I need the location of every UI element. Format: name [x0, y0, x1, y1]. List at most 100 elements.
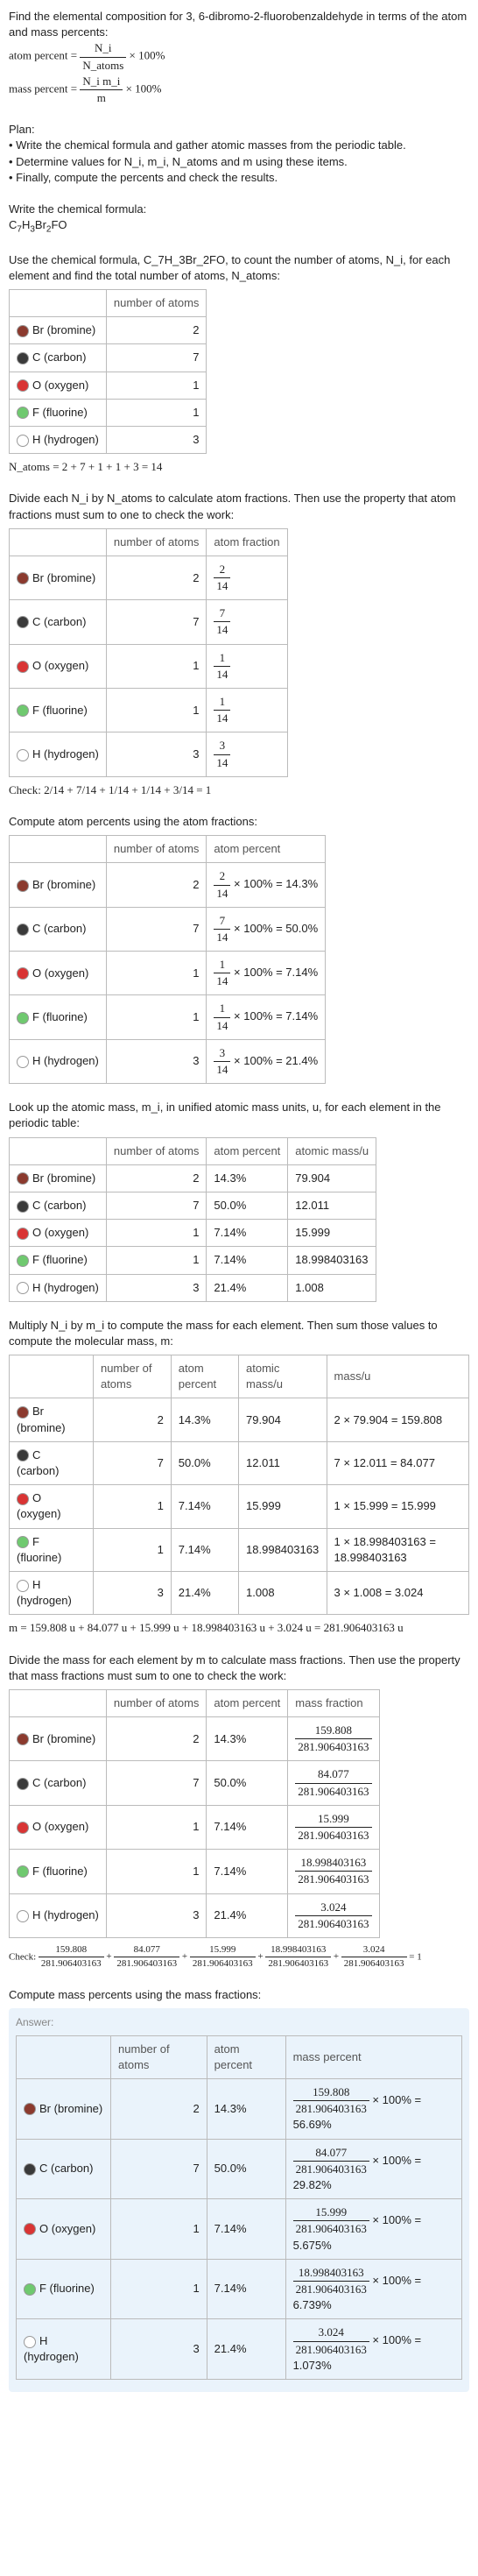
- table-row: F (fluorine)17.14%18.998403163281.906403…: [10, 1850, 380, 1893]
- table-row: O (oxygen)17.14%15.9991 × 15.999 = 15.99…: [10, 1485, 469, 1528]
- step-write-formula: Write the chemical formula: C7H3Br2FO: [9, 202, 469, 237]
- element-dot-icon: [17, 325, 29, 337]
- element-name: F (fluorine): [32, 1253, 88, 1266]
- step8-text: Compute mass percents using the mass fra…: [9, 1987, 469, 2003]
- plan-b2: • Determine values for N_i, m_i, N_atoms…: [9, 154, 469, 170]
- step-mass-percents: Compute mass percents using the mass fra…: [9, 1987, 469, 2392]
- atom-percent-table: number of atomsatom percent Br (bromine)…: [9, 835, 326, 1084]
- step-element-mass: Multiply N_i by m_i to compute the mass …: [9, 1318, 469, 1637]
- element-dot-icon: [17, 1449, 29, 1461]
- plan-heading: Plan:: [9, 122, 469, 138]
- element-dot-icon: [24, 2223, 36, 2235]
- step3-text: Divide each N_i by N_atoms to calculate …: [9, 491, 469, 522]
- table-row: H (hydrogen)321.4%1.0083 × 1.008 = 3.024: [10, 1571, 469, 1614]
- table-row: H (hydrogen)321.4%3.024281.906403163: [10, 1893, 380, 1937]
- table-row: F (fluorine)1: [10, 399, 207, 426]
- element-name: C (carbon): [32, 1199, 86, 1212]
- fraction-check: Check: 2/14 + 7/14 + 1/14 + 1/14 + 3/14 …: [9, 782, 469, 798]
- element-dot-icon: [24, 2283, 36, 2296]
- element-name: F (fluorine): [32, 1010, 88, 1023]
- table-row: F (fluorine)17.14%18.9984031631 × 18.998…: [10, 1528, 469, 1571]
- chemical-formula: C7H3Br2FO: [9, 217, 469, 237]
- element-dot-icon: [17, 749, 29, 761]
- element-dot-icon: [24, 2103, 36, 2115]
- element-name: Br (bromine): [32, 323, 95, 336]
- table-row: H (hydrogen)3314: [10, 732, 288, 776]
- plan-b1: • Write the chemical formula and gather …: [9, 138, 469, 153]
- element-dot-icon: [17, 1493, 29, 1505]
- plan-b3: • Finally, compute the percents and chec…: [9, 170, 469, 186]
- step7-text: Divide the mass for each element by m to…: [9, 1652, 469, 1684]
- table-row: F (fluorine)1114: [10, 689, 288, 732]
- element-name: O (oxygen): [39, 2222, 95, 2235]
- element-dot-icon: [17, 1012, 29, 1024]
- element-name: H (hydrogen): [32, 1054, 99, 1067]
- table-row: H (hydrogen)3: [10, 426, 207, 453]
- element-dot-icon: [17, 1200, 29, 1213]
- element-dot-icon: [17, 967, 29, 980]
- element-dot-icon: [17, 1910, 29, 1922]
- step4-text: Compute atom percents using the atom fra…: [9, 814, 469, 830]
- table-row: Br (bromine)214.3%159.808281.906403163: [10, 1717, 380, 1761]
- element-name: C (carbon): [32, 1776, 86, 1789]
- table-row: Br (bromine)214.3%79.9042 × 79.904 = 159…: [10, 1398, 469, 1441]
- mass-fraction-table: number of atomsatom percentmass fraction…: [9, 1689, 380, 1938]
- mass-percent-eq: mass percent = N_i m_im × 100%: [9, 74, 469, 106]
- intro-text: Find the elemental composition for 3, 6-…: [9, 9, 469, 40]
- element-name: F (fluorine): [32, 704, 88, 717]
- element-name: F (fluorine): [39, 2282, 95, 2295]
- element-dot-icon: [17, 661, 29, 673]
- element-name: C (carbon): [39, 2162, 93, 2175]
- element-name: Br (bromine): [32, 1732, 95, 1745]
- element-dot-icon: [17, 1172, 29, 1185]
- element-name: H (hydrogen): [32, 1281, 99, 1294]
- element-dot-icon: [17, 1228, 29, 1240]
- table-row: Br (bromine)214.3%79.904: [10, 1164, 376, 1192]
- table-row: H (hydrogen)321.4%1.008: [10, 1274, 376, 1301]
- element-dot-icon: [17, 1733, 29, 1745]
- element-dot-icon: [17, 1282, 29, 1294]
- step6-text: Multiply N_i by m_i to compute the mass …: [9, 1318, 469, 1349]
- element-name: O (oxygen): [32, 1820, 88, 1833]
- table-row: C (carbon)750.0%84.077281.906403163 × 10…: [17, 2139, 462, 2199]
- table-row: O (oxygen)1114 × 100% = 7.14%: [10, 952, 326, 995]
- element-name: Br (bromine): [32, 571, 95, 584]
- step-mass-fractions: Divide the mass for each element by m to…: [9, 1652, 469, 1971]
- table-row: H (hydrogen)3314 × 100% = 21.4%: [10, 1039, 326, 1083]
- element-dot-icon: [24, 2336, 36, 2348]
- atom-percent-eq: atom percent = N_iN_atoms × 100%: [9, 40, 469, 73]
- step-count-atoms: Use the chemical formula, C_7H_3Br_2FO, …: [9, 252, 469, 476]
- atomic-mass-table: number of atomsatom percentatomic mass/u…: [9, 1137, 376, 1302]
- mass-percent-table: number of atomsatom percentmass percent …: [16, 2035, 462, 2380]
- answer-box: Answer: number of atomsatom percentmass …: [9, 2008, 469, 2392]
- element-dot-icon: [17, 1865, 29, 1878]
- element-name: Br (bromine): [32, 1171, 95, 1185]
- mass-fraction-check: Check: 159.808281.906403163 + 84.077281.…: [9, 1943, 469, 1971]
- table-row: H (hydrogen)321.4%3.024281.906403163 × 1…: [17, 2319, 462, 2380]
- element-name: C (carbon): [32, 922, 86, 935]
- table-row: F (fluorine)1114 × 100% = 7.14%: [10, 995, 326, 1039]
- step1-text: Write the chemical formula:: [9, 202, 469, 217]
- element-dot-icon: [17, 1580, 29, 1592]
- step-atom-fractions: Divide each N_i by N_atoms to calculate …: [9, 491, 469, 798]
- table-row: Br (bromine)2214: [10, 556, 288, 599]
- table-row: Br (bromine)2: [10, 317, 207, 344]
- atoms-table: number of atoms Br (bromine)2C (carbon)7…: [9, 289, 207, 454]
- element-name: F (fluorine): [32, 1865, 88, 1878]
- step5-text: Look up the atomic mass, m_i, in unified…: [9, 1100, 469, 1131]
- element-dot-icon: [17, 1822, 29, 1834]
- atom-fraction-table: number of atomsatom fraction Br (bromine…: [9, 528, 288, 777]
- element-dot-icon: [17, 1406, 29, 1419]
- element-dot-icon: [17, 924, 29, 936]
- table-row: C (carbon)750.0%12.011: [10, 1192, 376, 1219]
- element-name: F (fluorine): [32, 406, 88, 419]
- table-row: Br (bromine)2214 × 100% = 14.3%: [10, 863, 326, 907]
- table-row: C (carbon)7714: [10, 600, 288, 644]
- table-row: F (fluorine)17.14%18.998403163: [10, 1247, 376, 1274]
- table-row: C (carbon)7: [10, 344, 207, 372]
- element-name: H (hydrogen): [32, 747, 99, 761]
- element-name: H (hydrogen): [32, 433, 99, 446]
- table-row: O (oxygen)17.14%15.999: [10, 1220, 376, 1247]
- intro: Find the elemental composition for 3, 6-…: [9, 9, 469, 106]
- element-name: O (oxygen): [32, 659, 88, 672]
